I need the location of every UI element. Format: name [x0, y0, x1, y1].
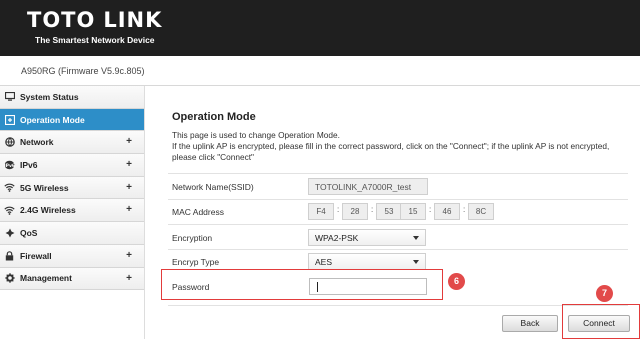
main-content: Operation Mode This page is used to chan…: [146, 86, 640, 339]
expand-plus-icon: +: [126, 249, 132, 261]
sidebar-item-label: QoS: [20, 227, 38, 238]
mac-separator: :: [371, 205, 374, 214]
back-button[interactable]: Back: [502, 315, 558, 332]
header-bar: TOTO LINK The Smartest Network Device: [0, 0, 640, 56]
divider: [168, 199, 628, 200]
sidebar-item-qos[interactable]: QoS: [0, 222, 144, 245]
gear-icon: [4, 273, 15, 284]
page-description: This page is used to change Operation Mo…: [172, 130, 632, 164]
step-7-badge: 7: [596, 285, 613, 302]
logo-right-text: LINK: [103, 8, 163, 32]
step-6-badge: 6: [448, 273, 465, 290]
mac-octet-5: 46: [434, 203, 460, 220]
monitor-icon: [4, 91, 15, 102]
mac-octet-1: F4: [308, 203, 334, 220]
firmware-bar: A950RG (Firmware V5.9c.805): [0, 56, 640, 86]
mac-address-label: MAC Address: [172, 207, 224, 217]
chevron-down-icon: [413, 260, 419, 264]
mac-octet-6: 8C: [468, 203, 494, 220]
ssid-field: TOTOLINK_A7000R_test: [308, 178, 428, 195]
sidebar-item-ipv6[interactable]: IPv6 IPv6 +: [0, 154, 144, 177]
sidebar-item-system-status[interactable]: System Status: [0, 86, 144, 109]
encryp-type-value: AES: [315, 257, 333, 267]
encryption-select[interactable]: WPA2-PSK: [308, 229, 426, 246]
wifi-icon: [4, 182, 15, 193]
logo-left-text: TOTO: [27, 8, 96, 32]
sidebar-item-label: System Status: [20, 91, 79, 102]
description-line-1: This page is used to change Operation Mo…: [172, 130, 340, 140]
expand-plus-icon: +: [126, 181, 132, 193]
firmware-label: A950RG (Firmware V5.9c.805): [21, 66, 145, 76]
sidebar: System Status Operation Mode Network + I…: [0, 86, 145, 339]
page-title: Operation Mode: [172, 111, 256, 123]
encryp-type-select[interactable]: AES: [308, 253, 426, 270]
totolink-logo: TOTO LINK: [27, 9, 162, 31]
sidebar-item-24g-wireless[interactable]: 2.4G Wireless +: [0, 199, 144, 223]
mac-separator: :: [463, 205, 466, 214]
divider: [168, 224, 628, 225]
ssid-label: Network Name(SSID): [172, 182, 254, 192]
qos-icon: [4, 227, 15, 238]
mac-separator: :: [429, 205, 432, 214]
tagline: The Smartest Network Device: [35, 35, 155, 45]
expand-plus-icon: +: [126, 136, 132, 148]
mac-octet-4: 15: [400, 203, 426, 220]
connect-button[interactable]: Connect: [568, 315, 630, 332]
lock-icon: [4, 250, 15, 261]
description-line-2: If the uplink AP is encrypted, please fi…: [172, 141, 610, 163]
expand-plus-icon: +: [126, 159, 132, 171]
sidebar-item-network[interactable]: Network +: [0, 131, 144, 155]
mac-separator: :: [337, 205, 340, 214]
sidebar-item-label: Operation Mode: [20, 114, 85, 125]
sidebar-item-firewall[interactable]: Firewall +: [0, 244, 144, 268]
divider: [168, 249, 628, 250]
svg-text:IPv6: IPv6: [4, 163, 15, 169]
password-input[interactable]: [309, 278, 427, 295]
encryp-type-label: Encryp Type: [172, 257, 220, 267]
operation-icon: [4, 114, 15, 125]
expand-plus-icon: +: [126, 272, 132, 284]
chevron-down-icon: [413, 236, 419, 240]
encryption-label: Encryption: [172, 233, 213, 243]
mac-octet-3: 53: [376, 203, 402, 220]
password-label: Password: [172, 282, 210, 292]
ipv6-icon: IPv6: [4, 159, 15, 170]
divider: [168, 305, 628, 306]
sidebar-item-5g-wireless[interactable]: 5G Wireless +: [0, 176, 144, 200]
wifi-icon: [4, 205, 15, 216]
sidebar-item-operation-mode[interactable]: Operation Mode: [0, 108, 144, 132]
expand-plus-icon: +: [126, 204, 132, 216]
text-caret: [317, 282, 318, 292]
globe-icon: [4, 137, 15, 148]
encryption-value: WPA2-PSK: [315, 233, 359, 243]
mac-octet-2: 28: [342, 203, 368, 220]
sidebar-item-management[interactable]: Management +: [0, 267, 144, 291]
divider: [168, 173, 628, 174]
